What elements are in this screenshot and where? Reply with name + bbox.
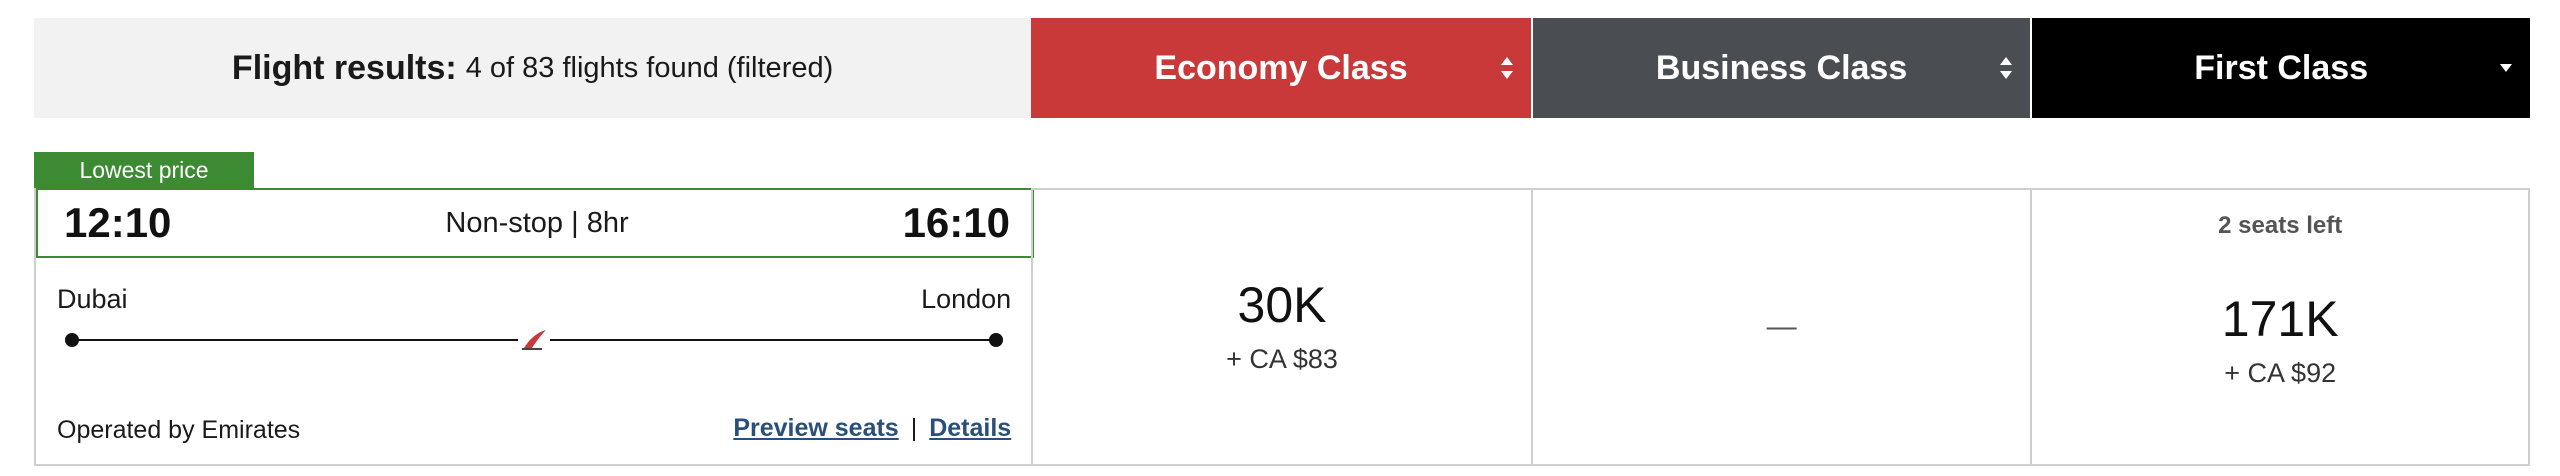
- first-class-column-header[interactable]: First Class: [2030, 18, 2530, 118]
- first-points: 171K: [2221, 290, 2339, 347]
- economy-cash: + CA $83: [1226, 343, 1338, 374]
- destination-city: London: [921, 284, 1012, 314]
- results-title: Flight results:: [231, 48, 457, 87]
- economy-class-label: Economy Class: [1154, 48, 1408, 87]
- preview-seats-link[interactable]: Preview seats: [733, 414, 898, 443]
- flight-duration: Non-stop | 8hr: [445, 206, 629, 239]
- results-header: Flight results: 4 of 83 flights found (f…: [34, 18, 2530, 118]
- first-fare-cell[interactable]: 2 seats left 171K + CA $92: [2030, 188, 2530, 466]
- flight-result-row: 12:10 Non-stop | 8hr 16:10 Dubai London …: [34, 188, 2530, 466]
- flight-info-panel: 12:10 Non-stop | 8hr 16:10 Dubai London …: [34, 188, 1034, 466]
- link-separator: |: [910, 414, 918, 442]
- business-unavailable: —: [1766, 310, 1797, 343]
- route-line: [65, 330, 1003, 350]
- first-class-label: First Class: [2194, 48, 2369, 87]
- economy-class-column-header[interactable]: Economy Class: [1031, 18, 1531, 118]
- sort-both-icon[interactable]: [1499, 53, 1515, 83]
- business-fare-cell: —: [1530, 188, 2031, 466]
- arrival-time: 16:10: [902, 199, 1010, 246]
- flight-time-bar: 12:10 Non-stop | 8hr 16:10: [36, 188, 1034, 258]
- business-class-column-header[interactable]: Business Class: [1530, 18, 2031, 118]
- business-class-label: Business Class: [1655, 48, 1908, 87]
- economy-points: 30K: [1237, 276, 1327, 333]
- results-count: 4 of 83 flights found (filtered): [465, 51, 834, 84]
- operated-by: Operated by Emirates: [57, 416, 301, 444]
- results-summary: Flight results: 4 of 83 flights found (f…: [34, 18, 1032, 118]
- economy-fare-cell[interactable]: 30K + CA $83: [1031, 188, 1531, 466]
- first-cash: + CA $92: [2224, 357, 2337, 388]
- airline-logo-icon: [518, 330, 550, 350]
- flight-links: Preview seats | Details: [733, 414, 1011, 443]
- departure-time: 12:10: [64, 199, 172, 246]
- details-link[interactable]: Details: [929, 414, 1011, 443]
- seats-left: 2 seats left: [2218, 212, 2343, 239]
- lowest-price-badge: Lowest price: [34, 152, 254, 188]
- sort-down-icon[interactable]: [2498, 53, 2514, 83]
- destination-dot: [989, 333, 1003, 347]
- origin-dot: [65, 333, 79, 347]
- sort-both-icon[interactable]: [1998, 53, 2014, 83]
- origin-city: Dubai: [57, 284, 128, 314]
